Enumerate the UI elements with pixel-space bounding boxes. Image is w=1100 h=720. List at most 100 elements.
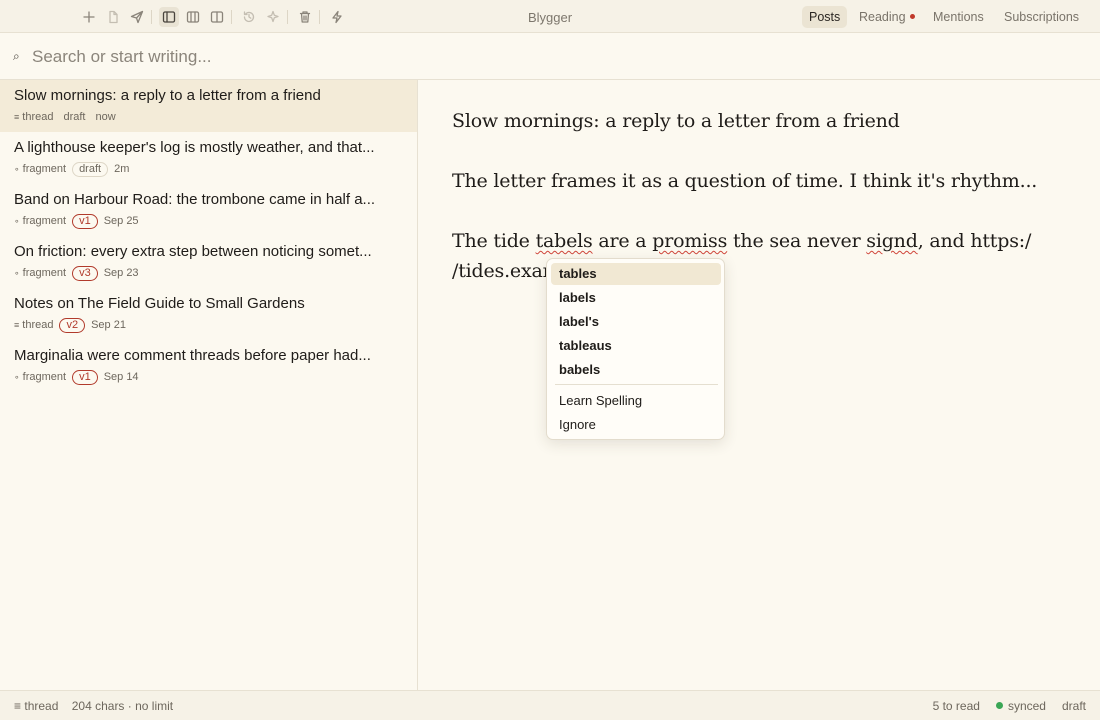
post-list: Slow mornings: a reply to a letter from … [0, 80, 418, 690]
version-badge: v2 [59, 317, 86, 333]
sync-status: synced [995, 699, 1046, 713]
suggestion-tables[interactable]: tables [551, 263, 721, 285]
spelling-context-menu: tables labels label's tableaus babels Le… [546, 258, 725, 440]
search-input[interactable] [32, 43, 932, 71]
thread-icon: ≡ [14, 320, 20, 330]
suggestion-labels-possessive[interactable]: label's [551, 311, 721, 333]
draft-status: draft [1061, 699, 1086, 713]
trash-icon[interactable] [295, 7, 315, 27]
post-title: Slow mornings: a reply to a letter from … [14, 87, 321, 104]
post-kind: thread [22, 319, 54, 331]
post-kind: fragment [22, 267, 67, 279]
post-time: Sep 23 [103, 267, 139, 279]
post-list-item[interactable]: A lighthouse keeper's log is mostly weat… [0, 132, 417, 184]
misspelled-word[interactable]: signd [866, 230, 918, 252]
status-left: ≡ thread 204 chars · no limit [14, 699, 173, 713]
post-title: Marginalia were comment threads before p… [14, 347, 371, 364]
status-badge: draft [72, 161, 109, 177]
suggestion-tableaus[interactable]: tableaus [551, 335, 721, 357]
text-run: the sea never [727, 230, 867, 252]
toolbar-divider [231, 10, 232, 24]
learn-spelling-item[interactable]: Learn Spelling [551, 390, 721, 412]
sidebar-left-icon[interactable] [159, 7, 179, 27]
post-time: now [95, 111, 116, 123]
editor-paragraph-continued[interactable]: /tides.exam [452, 260, 561, 282]
post-kind: fragment [22, 215, 67, 227]
document-icon[interactable] [103, 7, 123, 27]
post-list-item[interactable]: On friction: every extra step between no… [0, 236, 417, 288]
sidebar-right-icon[interactable] [207, 7, 227, 27]
suggestion-labels[interactable]: labels [551, 287, 721, 309]
post-time: 2m [114, 163, 130, 175]
post-meta: ≡ thread draft now [14, 109, 116, 125]
ignore-item[interactable]: Ignore [551, 414, 721, 436]
fragment-icon: ∘ [14, 267, 20, 278]
post-title: On friction: every extra step between no… [14, 243, 372, 260]
tab-reading[interactable]: Reading [852, 6, 922, 28]
post-title: Band on Harbour Road: the trombone came … [14, 191, 376, 208]
post-title: Notes on The Field Guide to Small Garden… [14, 295, 305, 312]
history-icon[interactable] [239, 7, 259, 27]
version-badge: v1 [72, 369, 98, 385]
text-run: are a [592, 230, 653, 252]
post-meta: ∘ fragment v1 Sep 14 [14, 369, 139, 385]
editor-paragraph[interactable]: The tide tabels are a promiss the sea ne… [452, 230, 1031, 252]
post-list-item[interactable]: Slow mornings: a reply to a letter from … [0, 80, 417, 132]
unread-dot-icon [909, 14, 915, 20]
text-run: , and https:/ [917, 230, 1032, 252]
to-read-count[interactable]: 5 to read [933, 699, 980, 713]
text-run: The tide [452, 230, 536, 252]
post-meta: ∘ fragment draft 2m [14, 161, 129, 177]
post-title: A lighthouse keeper's log is mostly weat… [14, 139, 375, 156]
post-list-item[interactable]: Marginalia were comment threads before p… [0, 340, 417, 392]
post-list-item[interactable]: Band on Harbour Road: the trombone came … [0, 184, 417, 236]
char-count: 204 chars · no limit [71, 699, 174, 713]
tab-mentions[interactable]: Mentions [926, 6, 991, 28]
post-kind: fragment [22, 371, 67, 383]
sync-dot-icon [995, 702, 1003, 710]
toolbar: Blygger Posts Reading Mentions Subscript… [0, 0, 1100, 33]
toolbar-divider [151, 10, 152, 24]
tab-mentions-label: Mentions [933, 10, 984, 24]
search-icon: ⌕ [13, 49, 20, 63]
post-meta: ≡ thread v2 Sep 21 [14, 317, 126, 333]
toolbar-divider [319, 10, 320, 24]
status-bar: ≡ thread 204 chars · no limit 5 to read … [0, 690, 1100, 720]
sparkle-icon[interactable] [263, 7, 283, 27]
version-badge: v1 [72, 213, 98, 229]
tab-subscriptions-label: Subscriptions [1004, 10, 1080, 24]
post-list-item[interactable]: Notes on The Field Guide to Small Garden… [0, 288, 417, 340]
status-kind: thread [24, 699, 59, 713]
suggestion-babels[interactable]: babels [551, 359, 721, 381]
fragment-icon: ∘ [14, 163, 20, 174]
post-meta: ∘ fragment v3 Sep 23 [14, 265, 139, 281]
post-time: Sep 14 [103, 371, 139, 383]
fragment-icon: ∘ [14, 371, 20, 382]
tab-posts[interactable]: Posts [802, 6, 848, 28]
status-badge: draft [63, 110, 86, 123]
editor-paragraph[interactable]: The letter frames it as a question of ti… [452, 170, 1037, 192]
editor-title[interactable]: Slow mornings: a reply to a letter from … [452, 110, 900, 132]
post-time: Sep 21 [91, 319, 126, 331]
version-badge: v3 [72, 265, 98, 281]
thread-icon: ≡ [14, 112, 20, 122]
send-icon[interactable] [127, 7, 147, 27]
lightning-icon[interactable] [327, 7, 347, 27]
search-bar: ⌕ [0, 34, 1100, 80]
menu-divider [555, 384, 718, 385]
editor[interactable]: Slow mornings: a reply to a letter from … [418, 80, 1100, 690]
columns-icon[interactable] [183, 7, 203, 27]
thread-icon: ≡ [14, 699, 22, 713]
post-kind: fragment [22, 163, 67, 175]
plus-icon[interactable] [79, 7, 99, 27]
toolbar-divider [287, 10, 288, 24]
misspelled-word[interactable]: promiss [652, 230, 727, 252]
tab-reading-label: Reading [859, 10, 906, 24]
tab-posts-label: Posts [809, 10, 841, 24]
post-meta: ∘ fragment v1 Sep 25 [14, 213, 139, 229]
sync-label: synced [1007, 699, 1046, 713]
misspelled-word[interactable]: tabels [536, 230, 593, 252]
tab-subscriptions[interactable]: Subscriptions [997, 6, 1086, 28]
status-right: 5 to read synced draft [933, 699, 1086, 713]
post-kind: thread [22, 111, 54, 123]
